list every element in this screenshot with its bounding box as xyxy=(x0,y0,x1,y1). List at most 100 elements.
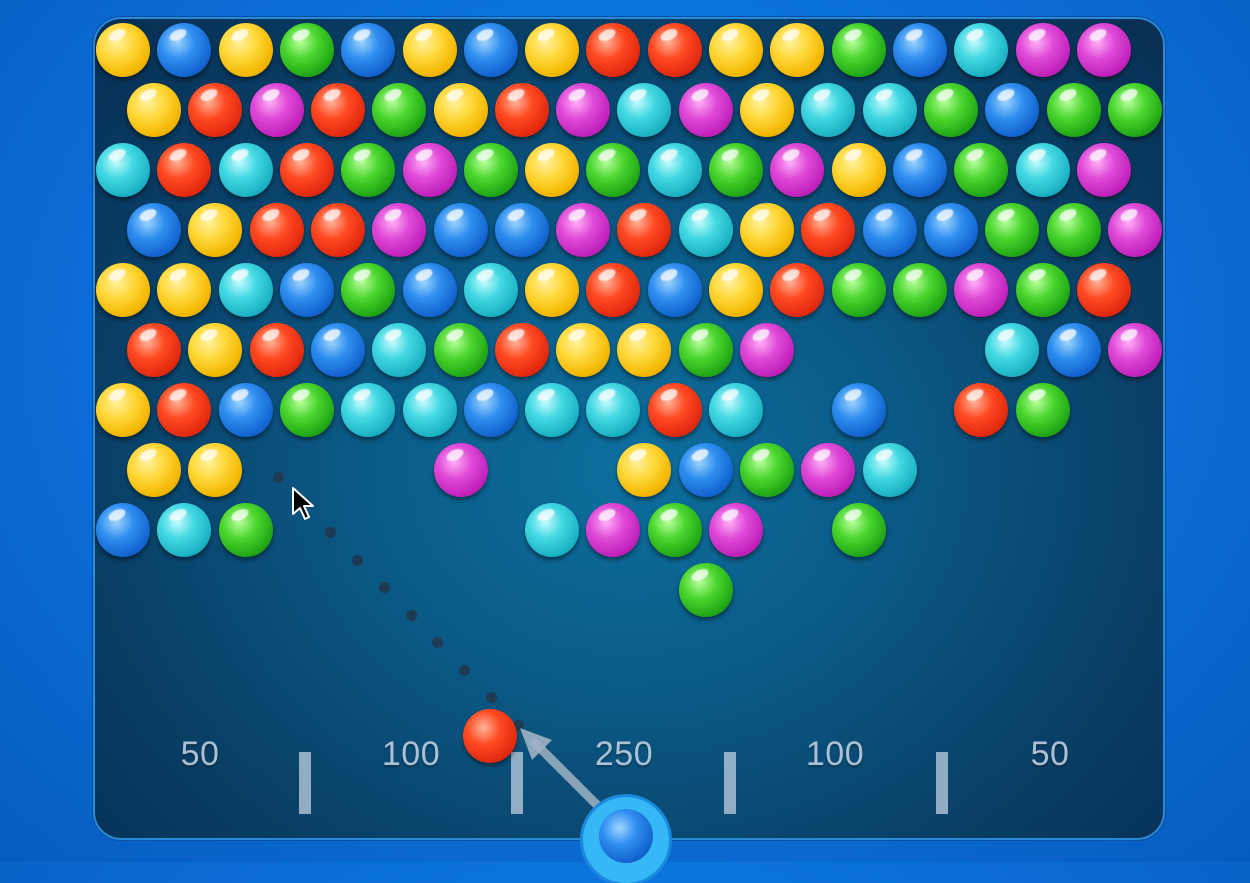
bubble-blue xyxy=(341,23,396,77)
bubble-blue xyxy=(1046,323,1101,377)
bubble-yellow xyxy=(188,323,243,377)
bubble-red xyxy=(249,203,304,257)
bubble-magenta xyxy=(770,143,825,197)
bubble-magenta xyxy=(954,263,1009,317)
bubble-red xyxy=(647,383,702,437)
bubble-yellow xyxy=(96,263,150,317)
bubble-cyan xyxy=(647,143,702,197)
bubble-green xyxy=(647,503,702,557)
bubble-cyan xyxy=(218,263,273,317)
score-zone-5: 50 xyxy=(1030,735,1070,773)
bubble-green xyxy=(831,263,886,317)
bubble-red xyxy=(310,83,365,137)
bubble-green xyxy=(923,83,978,137)
bubble-green xyxy=(218,503,273,557)
bubble-red xyxy=(647,23,702,77)
bubble-yellow xyxy=(709,23,763,77)
bubble-yellow xyxy=(770,23,825,77)
aim-dot xyxy=(432,637,443,648)
bubble-yellow xyxy=(127,443,181,497)
next-bubble[interactable] xyxy=(599,809,653,863)
bubble-red xyxy=(494,83,549,137)
bubble-green xyxy=(678,563,733,617)
aim-dot xyxy=(566,775,577,786)
bubble-magenta xyxy=(1076,143,1131,197)
score-divider xyxy=(724,752,736,814)
bubble-red xyxy=(954,383,1009,437)
bubble-green xyxy=(892,263,947,317)
bubble-green xyxy=(985,203,1040,257)
bubble-yellow xyxy=(402,23,457,77)
bubble-blue xyxy=(985,83,1040,137)
bubble-cyan xyxy=(525,383,580,437)
bubble-red xyxy=(494,323,549,377)
bubble-red xyxy=(586,23,641,77)
score-zone-4: 100 xyxy=(805,735,865,773)
bubble-yellow xyxy=(740,203,794,257)
bubble-red xyxy=(127,323,181,377)
bubble-cyan xyxy=(525,503,580,557)
bubble-magenta xyxy=(801,443,856,497)
bubble-blue xyxy=(218,383,273,437)
bubble-yellow xyxy=(709,263,763,317)
aim-dot xyxy=(486,692,497,703)
bubble-red xyxy=(279,143,334,197)
bubble-magenta xyxy=(709,503,763,557)
bubble-green xyxy=(1015,383,1070,437)
bubble-magenta xyxy=(1015,23,1070,77)
bubble-yellow xyxy=(831,143,886,197)
bubble-cyan xyxy=(709,383,763,437)
aim-dot xyxy=(459,665,470,676)
bubble-magenta xyxy=(556,83,611,137)
bubble-magenta xyxy=(433,443,488,497)
bubble-green xyxy=(463,143,518,197)
bubble-green xyxy=(678,323,733,377)
bubble-green xyxy=(372,83,427,137)
bubble-magenta xyxy=(678,83,733,137)
bubble-cyan xyxy=(402,383,457,437)
bubble-magenta xyxy=(586,503,641,557)
bubble-magenta xyxy=(1076,23,1131,77)
bubble-yellow xyxy=(188,203,243,257)
bubble-green xyxy=(831,23,886,77)
bubble-blue xyxy=(402,263,457,317)
score-zone-3: 250 xyxy=(594,735,654,773)
bubble-green xyxy=(586,143,641,197)
bubble-green xyxy=(831,503,886,557)
bubble-green xyxy=(433,323,488,377)
bubble-blue xyxy=(923,203,978,257)
score-zone-2: 100 xyxy=(381,735,441,773)
bubble-green xyxy=(279,23,334,77)
score-divider xyxy=(936,752,948,814)
bubble-green xyxy=(740,443,794,497)
bubble-yellow xyxy=(157,263,212,317)
bubble-yellow xyxy=(525,23,580,77)
aim-dot xyxy=(406,610,417,621)
aim-dot xyxy=(539,747,550,758)
bubble-yellow xyxy=(96,383,150,437)
bubble-cyan xyxy=(463,263,518,317)
bubble-blue xyxy=(892,143,947,197)
bubble-yellow xyxy=(218,23,273,77)
bubble-blue xyxy=(647,263,702,317)
bubble-cyan xyxy=(862,83,917,137)
bubble-red xyxy=(1076,263,1131,317)
bubble-green xyxy=(709,143,763,197)
bubble-cyan xyxy=(96,143,150,197)
bubble-blue xyxy=(892,23,947,77)
bubble-magenta xyxy=(1107,323,1162,377)
bubble-red xyxy=(310,203,365,257)
bubble-red xyxy=(770,263,825,317)
bubble-blue xyxy=(862,203,917,257)
bubble-blue xyxy=(127,203,181,257)
bubble-yellow xyxy=(525,143,580,197)
bubble-blue xyxy=(157,23,212,77)
game-board[interactable] xyxy=(93,17,1165,840)
aim-dot xyxy=(352,555,363,566)
score-zone-1: 50 xyxy=(180,735,220,773)
bubble-magenta xyxy=(372,203,427,257)
bubble-magenta xyxy=(402,143,457,197)
bubble-magenta xyxy=(740,323,794,377)
bubble-red xyxy=(249,323,304,377)
bubble-red xyxy=(188,83,243,137)
